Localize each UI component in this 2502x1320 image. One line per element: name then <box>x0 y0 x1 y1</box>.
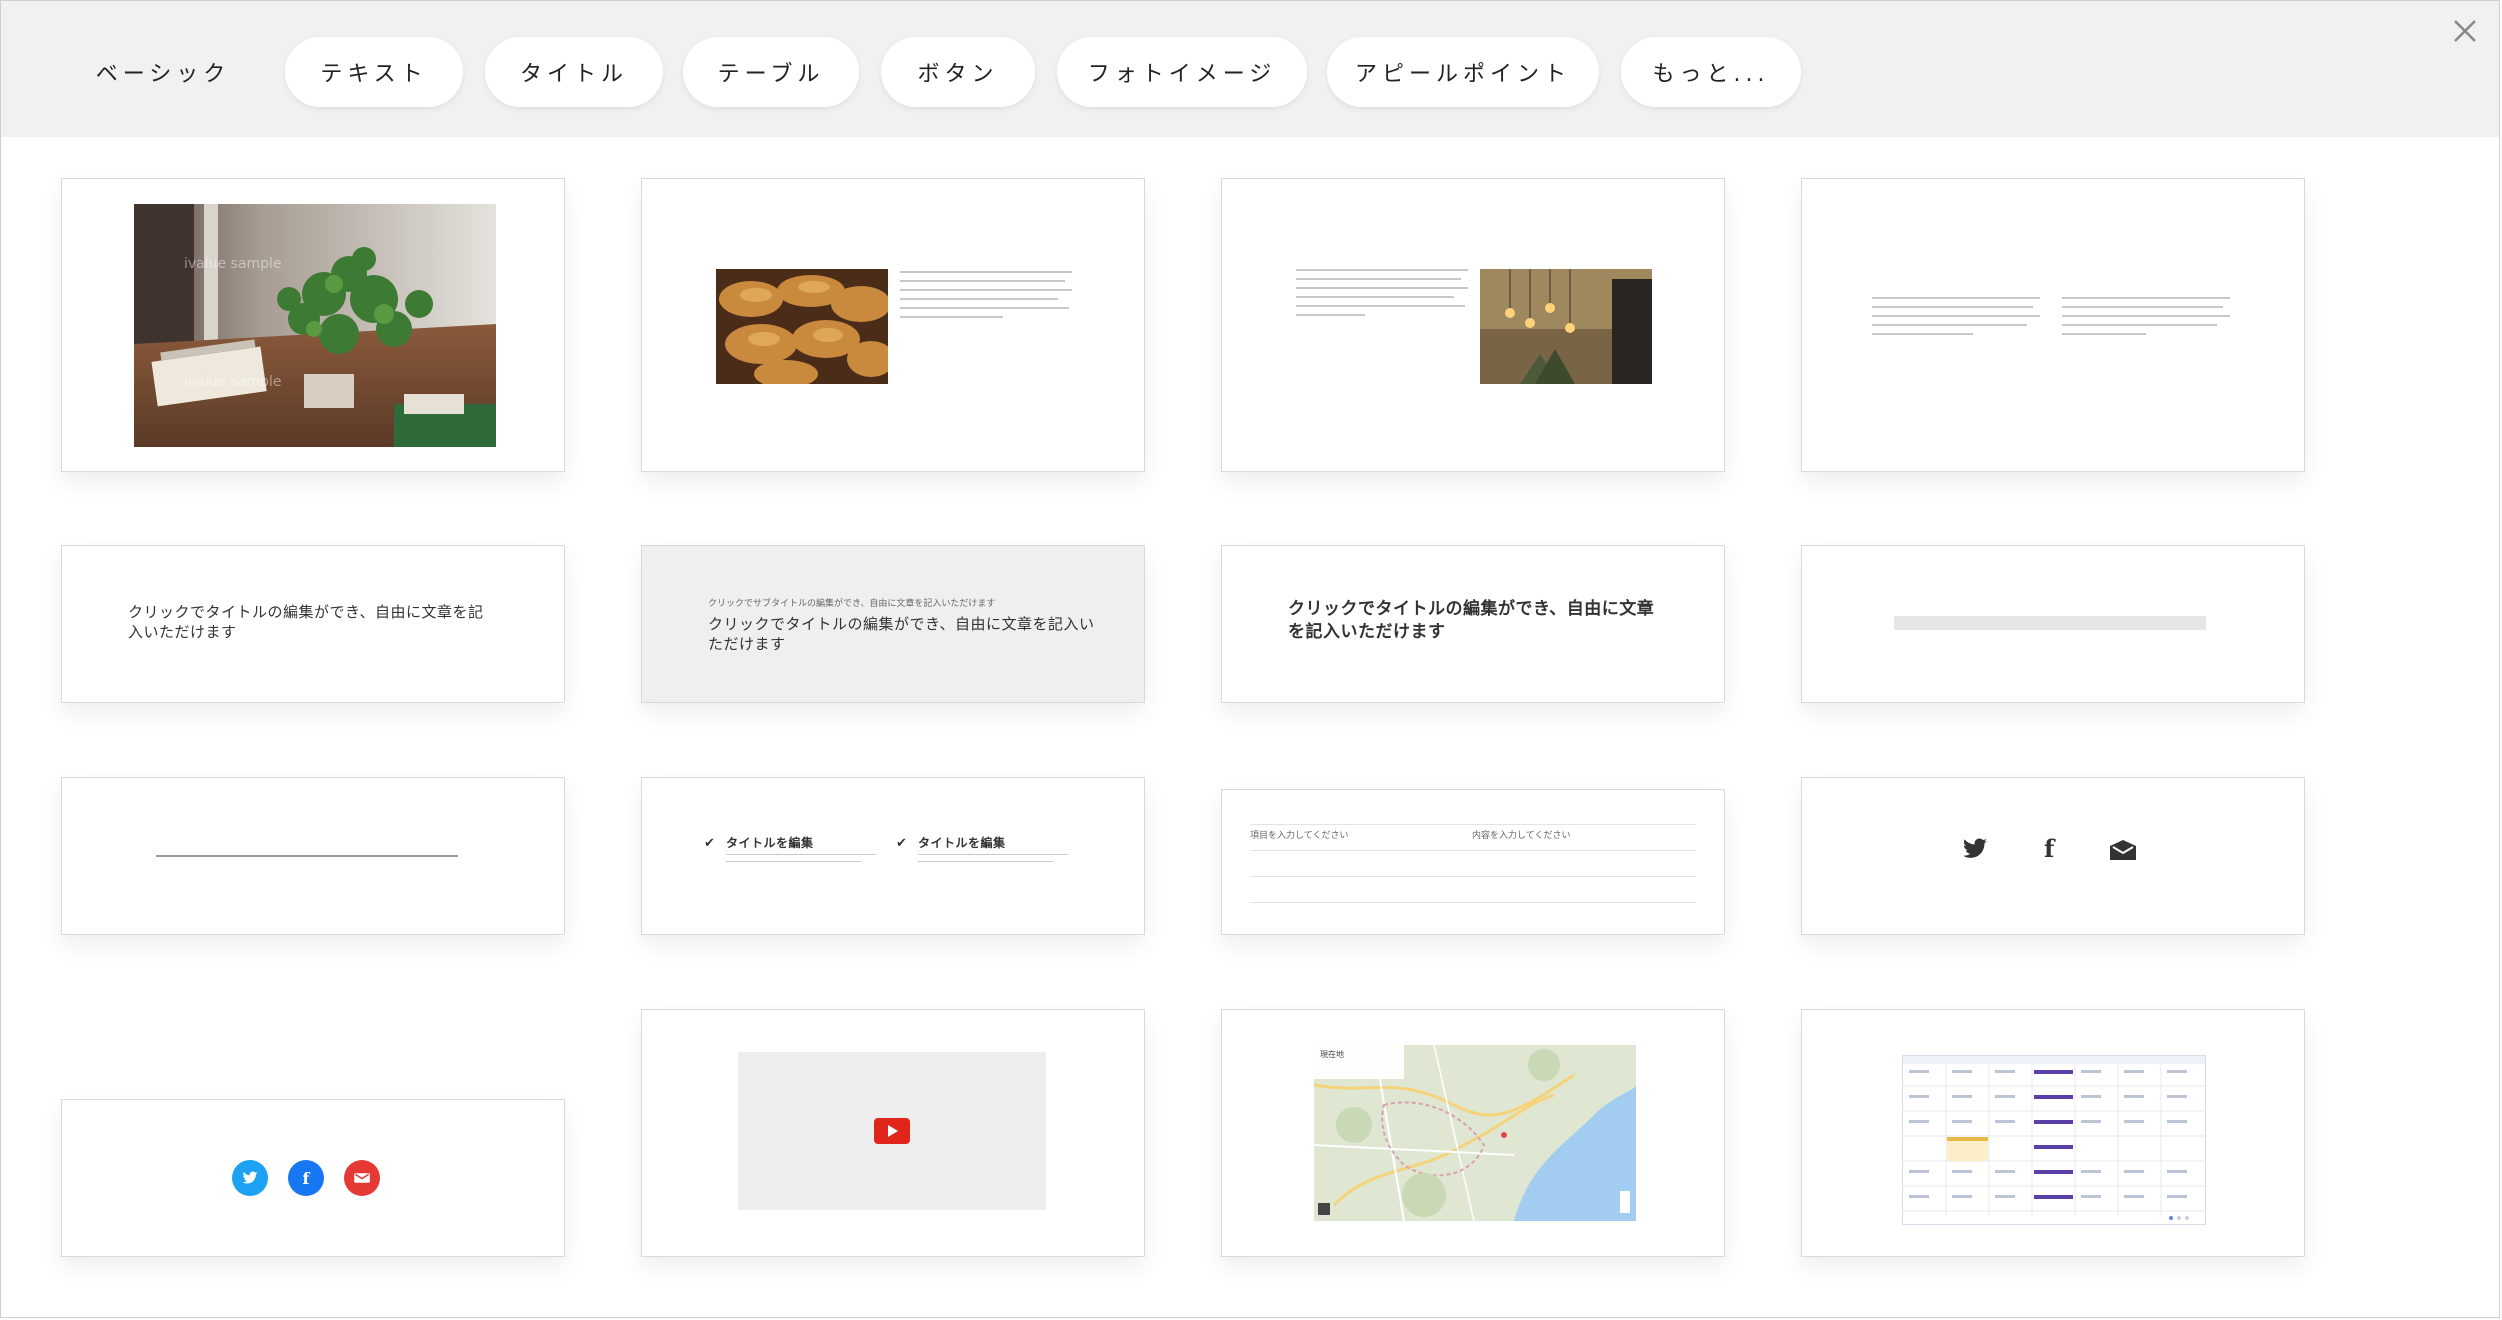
template-card-text-image-right[interactable] <box>1221 178 1725 472</box>
paragraph-placeholder <box>918 854 1068 869</box>
tab-table[interactable]: テーブル <box>683 37 859 107</box>
tab-label: もっと... <box>1652 62 1770 87</box>
twitter-icon <box>1962 838 1988 864</box>
tab-label: ボタン <box>917 62 999 87</box>
close-icon[interactable] <box>2445 11 2485 51</box>
plant-desk-photo: ivalue sample ivalue sample <box>134 204 496 447</box>
map-image: 現在地 <box>1314 1045 1636 1221</box>
template-card-map[interactable]: 現在地 <box>1221 1009 1725 1257</box>
table-row-line <box>1250 824 1696 825</box>
paragraph-placeholder <box>2062 297 2230 342</box>
map-info-label: 現在地 <box>1320 1050 1344 1059</box>
table-cell: 項目を入力してください <box>1250 831 1349 841</box>
modal-frame: ベーシック テキスト タイトル テーブル ボタン フォトイメージ アピールポイン… <box>0 0 2500 1318</box>
tab-label: アピールポイント <box>1354 62 1571 87</box>
spacer-bar <box>1894 616 2206 630</box>
check-icon: ✔ <box>704 836 715 851</box>
title-text: クリックでタイトルの編集ができ、自由に文章を記入いただけます <box>128 603 484 642</box>
mail-icon <box>2110 840 2136 864</box>
template-card-title[interactable]: クリックでタイトルの編集ができ、自由に文章を記入いただけます <box>61 545 565 703</box>
twitter-icon <box>232 1160 268 1196</box>
title-text: クリックでタイトルの編集ができ、自由に文章を記入いただけます <box>1288 599 1655 642</box>
template-card-social-icons[interactable]: f <box>1801 777 2305 935</box>
title-text: クリックでタイトルの編集ができ、自由に文章を記入いただけます <box>708 615 1095 654</box>
tab-label: ベーシック <box>95 62 231 87</box>
tab-button[interactable]: ボタン <box>881 37 1035 107</box>
video-placeholder <box>738 1052 1046 1210</box>
tab-more[interactable]: もっと... <box>1621 37 1801 107</box>
feature-item: ✔ タイトルを編集 <box>704 832 876 862</box>
divider-line <box>156 855 458 857</box>
feature-title: タイトルを編集 <box>918 836 1006 850</box>
paragraph-placeholder <box>1296 269 1468 323</box>
category-tabs-bar: ベーシック テキスト タイトル テーブル ボタン フォトイメージ アピールポイン… <box>1 1 2499 137</box>
facebook-icon: f <box>2044 834 2055 863</box>
tab-appeal-point[interactable]: アピールポイント <box>1327 37 1599 107</box>
table-row-line <box>1250 902 1696 903</box>
subtitle-text: クリックでサブタイトルの編集ができ、自由に文章を記入いただけます <box>708 599 996 609</box>
template-card-video[interactable] <box>641 1009 1145 1257</box>
table-cell: 内容を入力してください <box>1472 831 1571 841</box>
template-card-image-left-text[interactable] <box>641 178 1145 472</box>
template-card-checklist[interactable]: ✔ タイトルを編集 ✔ タイトルを編集 <box>641 777 1145 935</box>
template-card-large-title[interactable]: クリックでタイトルの編集ができ、自由に文章を記入いただけます <box>1221 545 1725 703</box>
tab-label: テキスト <box>320 62 428 87</box>
template-card-full-image[interactable]: ivalue sample ivalue sample <box>61 178 565 472</box>
calendar-widget <box>1902 1055 2206 1225</box>
photo-watermark: ivalue sample <box>184 256 282 272</box>
table-row-line <box>1250 876 1696 877</box>
facebook-letter: f <box>302 1168 310 1188</box>
tab-title[interactable]: タイトル <box>485 37 663 107</box>
template-card-title-with-subtitle[interactable]: クリックでサブタイトルの編集ができ、自由に文章を記入いただけます クリックでタイ… <box>641 545 1145 703</box>
feature-title: タイトルを編集 <box>726 836 814 850</box>
youtube-play-icon <box>874 1118 910 1144</box>
tab-text[interactable]: テキスト <box>285 37 463 107</box>
template-card-social-buttons[interactable]: f <box>61 1099 565 1257</box>
template-card-table[interactable]: 項目を入力してください 内容を入力してください <box>1221 789 1725 935</box>
facebook-icon: f <box>288 1160 324 1196</box>
tab-label: タイトル <box>519 62 628 87</box>
paragraph-placeholder <box>726 854 876 869</box>
photo-watermark: ivalue sample <box>184 374 282 390</box>
tab-label: テーブル <box>717 62 825 87</box>
table-row-line <box>1250 850 1696 851</box>
paragraph-placeholder <box>1872 297 2040 342</box>
tab-label: フォトイメージ <box>1087 62 1277 87</box>
pendant-lights-photo <box>1480 269 1652 384</box>
mail-icon <box>344 1160 380 1196</box>
tab-basic[interactable]: ベーシック <box>63 37 263 107</box>
check-icon: ✔ <box>896 836 907 851</box>
template-card-spacer[interactable] <box>1801 545 2305 703</box>
template-card-calendar[interactable] <box>1801 1009 2305 1257</box>
feature-item: ✔ タイトルを編集 <box>896 832 1068 862</box>
tab-photo-image[interactable]: フォトイメージ <box>1057 37 1307 107</box>
paragraph-placeholder <box>900 271 1072 325</box>
template-card-two-column-text[interactable] <box>1801 178 2305 472</box>
template-card-divider-line[interactable] <box>61 777 565 935</box>
croissant-photo <box>716 269 888 384</box>
